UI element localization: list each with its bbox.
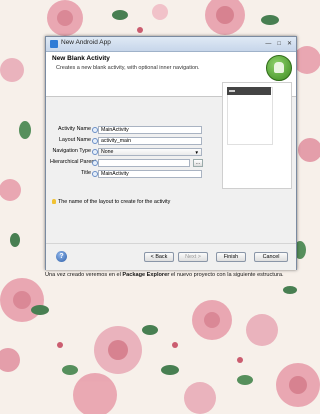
new-android-app-dialog: New Android App — □ ✕ New Blank Activity…	[45, 36, 297, 270]
wizard-title: New Blank Activity	[52, 55, 110, 62]
cancel-button[interactable]: Cancel	[254, 252, 288, 262]
hint-message: The name of the layout to create for the…	[52, 199, 170, 205]
finish-button[interactable]: Finish	[216, 252, 246, 262]
lightbulb-icon	[52, 199, 56, 204]
title-input[interactable]: MainActivity	[98, 170, 202, 178]
wizard-description: Creates a new blank activity, with optio…	[56, 65, 200, 71]
caption-text: Una vez creado veremos en el Package Exp…	[45, 272, 295, 278]
help-button[interactable]: ?	[56, 251, 67, 262]
preview-actionbar	[227, 87, 271, 95]
caption-bold: Package Explorer	[122, 272, 170, 278]
layout-name-label: Layout Name	[58, 137, 91, 143]
layout-name-input[interactable]: activity_main	[98, 137, 202, 145]
preview-screen	[227, 87, 273, 145]
navigation-type-label: Navigation Type	[52, 148, 91, 154]
minimize-icon[interactable]: —	[265, 40, 271, 48]
navigation-type-select[interactable]: None ▼	[98, 148, 202, 156]
chevron-down-icon: ▼	[194, 150, 199, 155]
back-button[interactable]: < Back	[144, 252, 174, 262]
window-controls: — □ ✕	[265, 40, 292, 48]
wizard-footer: ? < Back Next > Finish Cancel	[46, 243, 296, 270]
activity-name-input[interactable]: MainActivity	[98, 126, 202, 134]
maximize-icon[interactable]: □	[277, 40, 281, 48]
browse-button[interactable]: ...	[193, 159, 203, 167]
activity-name-label: Activity Name	[58, 126, 91, 132]
hierarchical-parent-input[interactable]	[98, 159, 190, 167]
window-title: New Android App	[61, 39, 111, 46]
hierarchical-parent-label: Hierarchical Parent	[50, 159, 96, 165]
next-button[interactable]: Next >	[178, 252, 208, 262]
caption-part2: el nuevo proyecto con la siguiente estru…	[169, 272, 284, 278]
activity-preview	[222, 82, 292, 189]
dialog-titlebar: New Android App — □ ✕	[46, 37, 296, 52]
android-logo-icon	[266, 55, 292, 81]
close-icon[interactable]: ✕	[287, 40, 292, 48]
app-icon	[50, 40, 58, 48]
title-label: Title	[81, 170, 91, 176]
caption-part1: Una vez creado veremos en el	[45, 272, 123, 278]
hint-text: The name of the layout to create for the…	[58, 199, 171, 205]
navigation-type-value: None	[101, 149, 114, 155]
